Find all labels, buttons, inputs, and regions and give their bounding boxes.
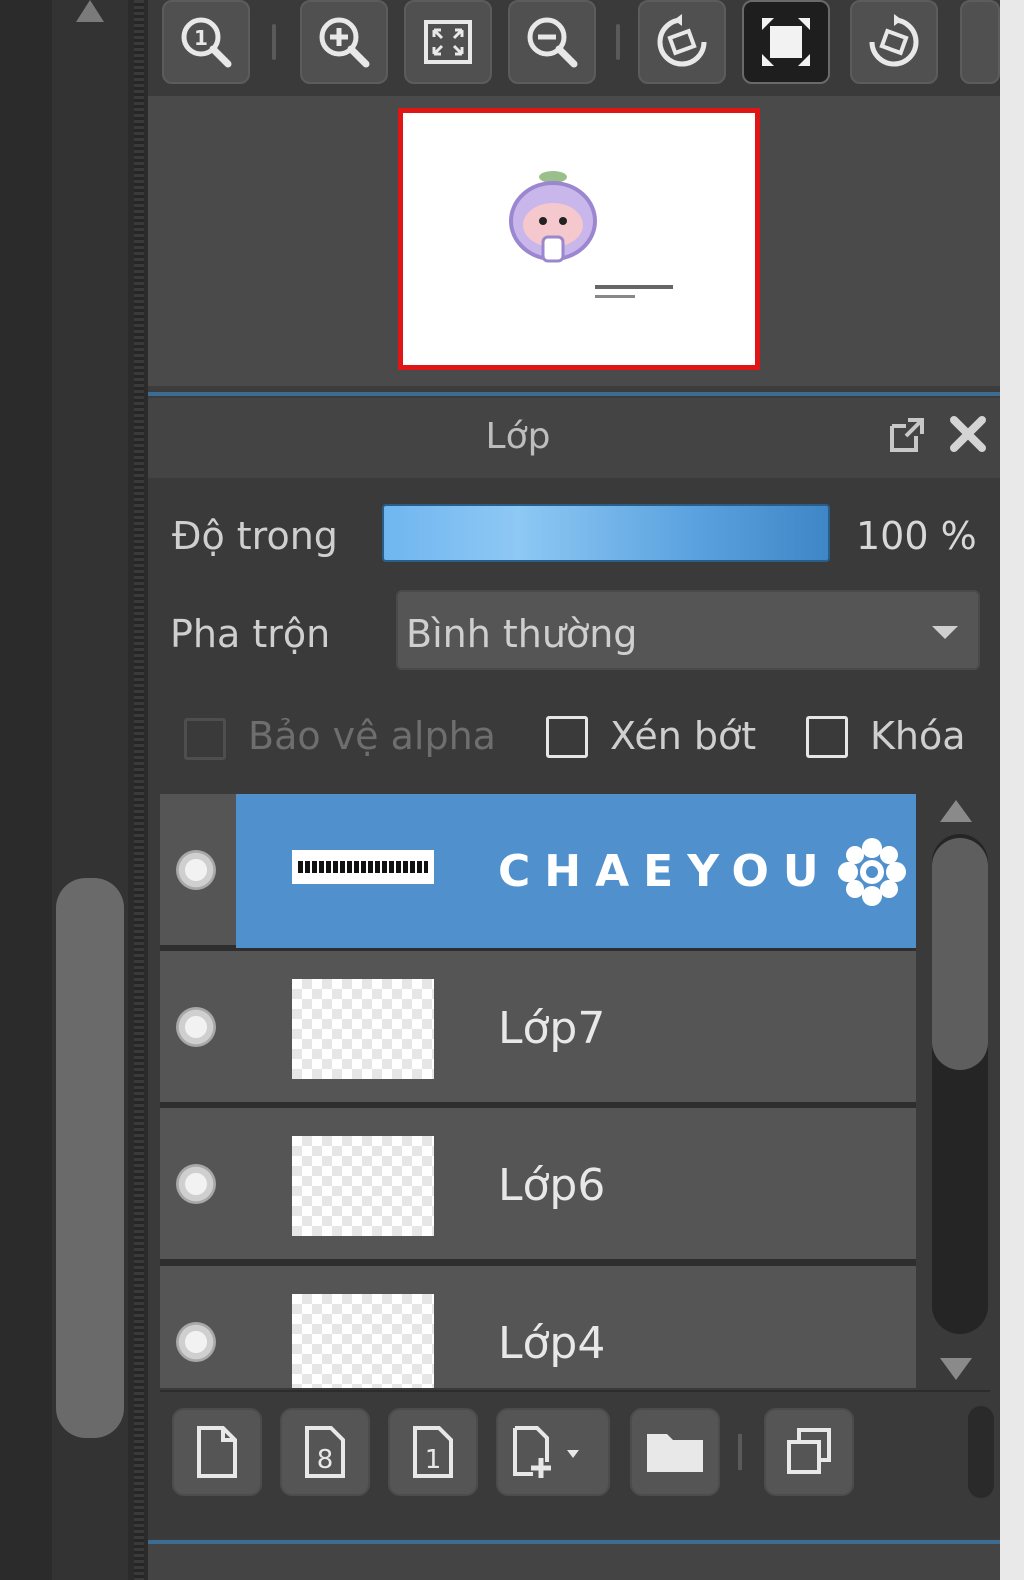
layer-list-scrollbar[interactable]	[924, 794, 990, 1388]
layer-thumbnail	[292, 979, 434, 1079]
canvas-thumbnail[interactable]	[398, 108, 760, 370]
lock-checkbox[interactable]	[806, 716, 848, 758]
fit-screen-button[interactable]	[404, 0, 492, 84]
new-layer-button[interactable]	[172, 1408, 262, 1496]
toolbar-scrollbar[interactable]	[968, 1406, 994, 1498]
layer-panel-header: Lớp	[148, 398, 1000, 478]
layer-thumbnail	[292, 1294, 434, 1388]
zoom-out-icon	[527, 17, 578, 68]
layer-thumbnail	[292, 850, 434, 884]
scroll-up-arrow-icon[interactable]	[76, 0, 104, 22]
toolbar-separator	[272, 24, 276, 60]
layer-thumbnail	[292, 1136, 434, 1236]
rotate-left-button[interactable]	[638, 0, 726, 84]
layer-row[interactable]: Lớp6	[160, 1108, 916, 1262]
opacity-label: Độ trong	[172, 514, 338, 558]
visibility-toggle-icon[interactable]	[176, 1007, 216, 1047]
add-layer-menu-button[interactable]	[496, 1408, 610, 1496]
opacity-slider[interactable]	[382, 504, 830, 562]
new-layer-icon	[197, 1426, 237, 1478]
rotate-right-icon	[869, 14, 919, 67]
zoom-out-button[interactable]	[508, 0, 596, 84]
layer-panel-body: Độ trong 100 % Pha trộn Bình thường Bảo …	[148, 478, 1000, 1538]
lock-label: Khóa	[870, 714, 966, 758]
svg-text:8: 8	[317, 1445, 334, 1475]
zoom-actual-size-button[interactable]: 1	[162, 0, 250, 84]
toolbar-overflow[interactable]	[960, 0, 1000, 84]
layer-row[interactable]: CHAEYOU	[160, 794, 916, 948]
canvas-thumbnail-image	[509, 171, 673, 298]
new-folder-button[interactable]	[630, 1408, 720, 1496]
duplicate-layer-icon	[787, 1428, 831, 1474]
blend-mode-select[interactable]: Bình thường	[396, 590, 980, 670]
svg-text:1: 1	[425, 1445, 442, 1475]
new-1bit-layer-icon: 1	[413, 1426, 453, 1478]
flip-horizontal-button[interactable]	[742, 0, 830, 84]
scrollbar-thumb[interactable]	[932, 838, 988, 1070]
blend-mode-label: Pha trộn	[170, 612, 331, 656]
scroll-up-arrow-icon[interactable]	[940, 800, 972, 822]
opacity-value: 100 %	[856, 514, 977, 558]
canvas-vertical-scrollbar[interactable]	[52, 0, 128, 1580]
new-8bit-layer-button[interactable]: 8	[280, 1408, 370, 1496]
layer-list: CHAEYOU Lớp7 Lớp6 Lớp4	[160, 794, 916, 1388]
toolbar-separator	[616, 24, 620, 60]
visibility-toggle-icon[interactable]	[176, 850, 216, 890]
rotate-right-button[interactable]	[850, 0, 938, 84]
rotate-left-icon	[657, 14, 707, 67]
navigator-toolbar: 1	[148, 0, 1000, 96]
folder-icon	[647, 1434, 703, 1472]
layer-name: Lớp6	[498, 1160, 606, 1211]
protect-alpha-label: Bảo vệ alpha	[248, 714, 496, 758]
window-edge	[1000, 0, 1024, 1580]
duplicate-layer-button[interactable]	[764, 1408, 854, 1496]
right-dock-panel: 1 Lớp Độ trong 100 % Pha trộn Bình thườn…	[148, 0, 1000, 1580]
blend-mode-value: Bình thường	[406, 612, 638, 656]
toolbar-separator	[738, 1434, 742, 1470]
visibility-toggle-icon[interactable]	[176, 1164, 216, 1204]
zoom-in-icon	[319, 17, 370, 68]
popout-icon[interactable]	[886, 416, 926, 456]
new-1bit-layer-button[interactable]: 1	[388, 1408, 478, 1496]
svg-text:1: 1	[194, 26, 208, 50]
text-layer-ornament-icon	[838, 838, 906, 906]
next-panel-header	[148, 1544, 1000, 1580]
layer-panel-title: Lớp	[485, 416, 551, 457]
layer-tools-toolbar: 8 1	[160, 1390, 994, 1508]
panel-resize-handle[interactable]	[134, 0, 144, 1580]
scrollbar-thumb[interactable]	[56, 878, 124, 1438]
layer-name: Lớp4	[498, 1318, 606, 1369]
new-8bit-layer-icon: 8	[305, 1426, 345, 1478]
clipping-checkbox[interactable]	[546, 716, 588, 758]
layer-name: CHAEYOU	[498, 846, 833, 897]
zoom-in-button[interactable]	[300, 0, 388, 84]
fit-screen-icon	[424, 20, 472, 64]
zoom-actual-size-icon: 1	[181, 17, 232, 68]
chevron-down-icon	[932, 626, 958, 639]
layer-name: Lớp7	[498, 1003, 606, 1054]
panel-separator	[148, 392, 1000, 396]
layer-row[interactable]: Lớp4	[160, 1266, 916, 1388]
visibility-toggle-icon[interactable]	[176, 1322, 216, 1362]
flip-horizontal-icon	[762, 18, 810, 66]
add-layer-menu-icon	[513, 1426, 579, 1478]
protect-alpha-checkbox[interactable]	[184, 718, 226, 760]
layer-row[interactable]: Lớp7	[160, 951, 916, 1105]
clipping-label: Xén bớt	[610, 714, 757, 758]
scroll-down-arrow-icon[interactable]	[940, 1358, 972, 1380]
close-icon[interactable]	[948, 414, 988, 454]
navigator-preview[interactable]	[148, 96, 1000, 386]
